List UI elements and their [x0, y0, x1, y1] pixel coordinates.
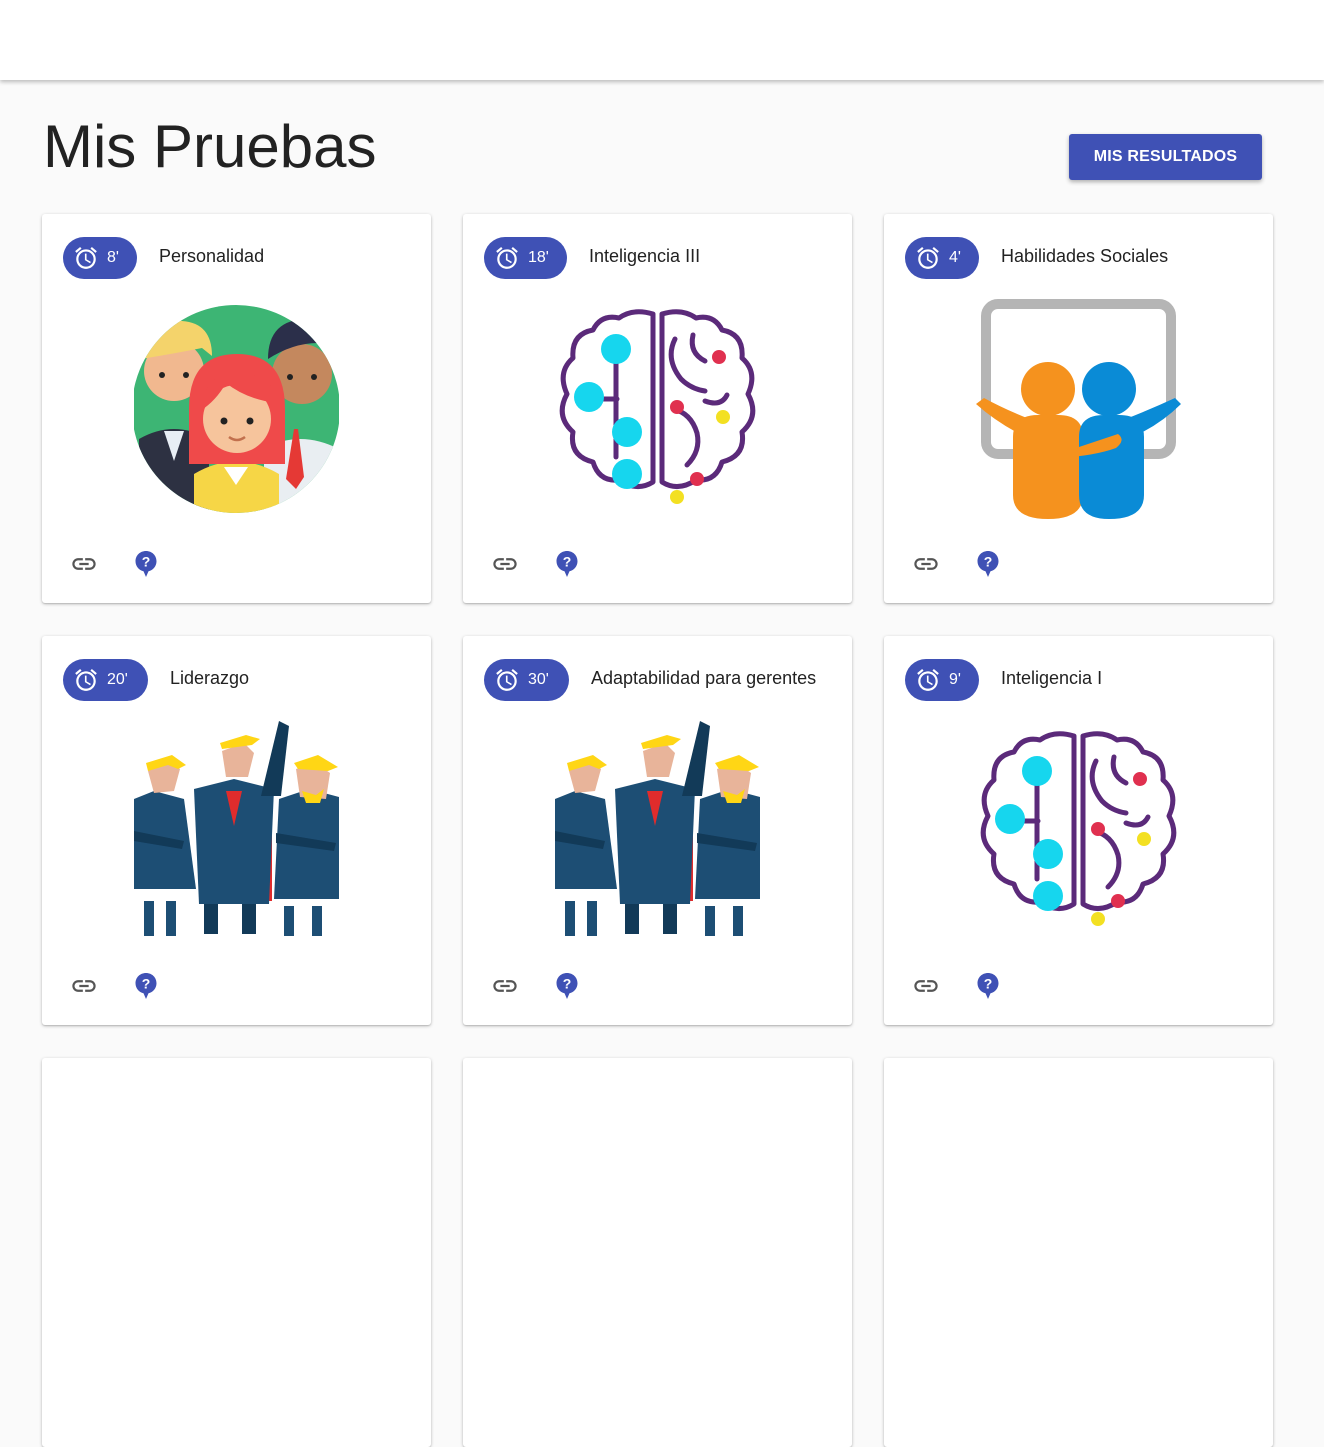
test-card[interactable]: 30' Adaptabilidad para gerentes	[463, 636, 852, 1025]
brain-illustration	[555, 299, 760, 519]
card-title: Inteligencia III	[589, 246, 701, 266]
test-card[interactable]: 9' Inteligencia I	[884, 636, 1273, 1025]
duration-text: 9'	[949, 671, 961, 688]
duration-text: 8'	[107, 249, 119, 266]
brain-illustration	[976, 721, 1181, 941]
test-card[interactable]: 18' Inteligencia III	[463, 214, 852, 603]
card-title: Personalidad	[159, 246, 265, 266]
duration-chip: 4'	[905, 237, 979, 279]
duration-text: 30'	[528, 671, 549, 688]
help-icon[interactable]	[971, 547, 1005, 581]
help-icon[interactable]	[550, 547, 584, 581]
test-card[interactable]	[42, 1058, 431, 1447]
alarm-clock-icon	[73, 245, 99, 271]
page-title: Mis Pruebas	[43, 113, 377, 180]
duration-text: 20'	[107, 671, 128, 688]
card-title: Adaptabilidad para gerentes	[591, 668, 817, 688]
alarm-clock-icon	[494, 667, 520, 693]
duration-chip: 9'	[905, 659, 979, 701]
duration-text: 4'	[949, 249, 961, 266]
help-icon[interactable]	[129, 969, 163, 1003]
card-title: Liderazgo	[170, 668, 250, 688]
duration-chip: 8'	[63, 237, 137, 279]
link-icon[interactable]	[909, 547, 943, 581]
card-title: Inteligencia I	[1001, 668, 1103, 688]
app-header	[0, 0, 1324, 80]
card-title: Habilidades Sociales	[1001, 246, 1169, 266]
test-card[interactable]: 20' Liderazgo	[42, 636, 431, 1025]
help-icon[interactable]	[971, 969, 1005, 1003]
alarm-clock-icon	[915, 667, 941, 693]
duration-text: 18'	[528, 249, 549, 266]
test-card[interactable]: 4' Habilidades Sociales	[884, 214, 1273, 603]
alarm-clock-icon	[915, 245, 941, 271]
help-icon[interactable]	[550, 969, 584, 1003]
link-icon[interactable]	[909, 969, 943, 1003]
leaders-illustration	[134, 721, 339, 941]
duration-chip: 30'	[484, 659, 569, 701]
alarm-clock-icon	[494, 245, 520, 271]
test-card[interactable]: 8' Personalidad	[42, 214, 431, 603]
duration-chip: 18'	[484, 237, 567, 279]
alarm-clock-icon	[73, 667, 99, 693]
test-card[interactable]	[463, 1058, 852, 1447]
link-icon[interactable]	[67, 969, 101, 1003]
people-group-illustration	[134, 299, 339, 519]
link-icon[interactable]	[488, 547, 522, 581]
board-friends-illustration	[976, 299, 1181, 519]
link-icon[interactable]	[488, 969, 522, 1003]
link-icon[interactable]	[67, 547, 101, 581]
my-results-button[interactable]: MIS RESULTADOS	[1069, 134, 1262, 180]
duration-chip: 20'	[63, 659, 148, 701]
help-icon[interactable]	[129, 547, 163, 581]
test-card[interactable]	[884, 1058, 1273, 1447]
leaders-illustration	[555, 721, 760, 941]
